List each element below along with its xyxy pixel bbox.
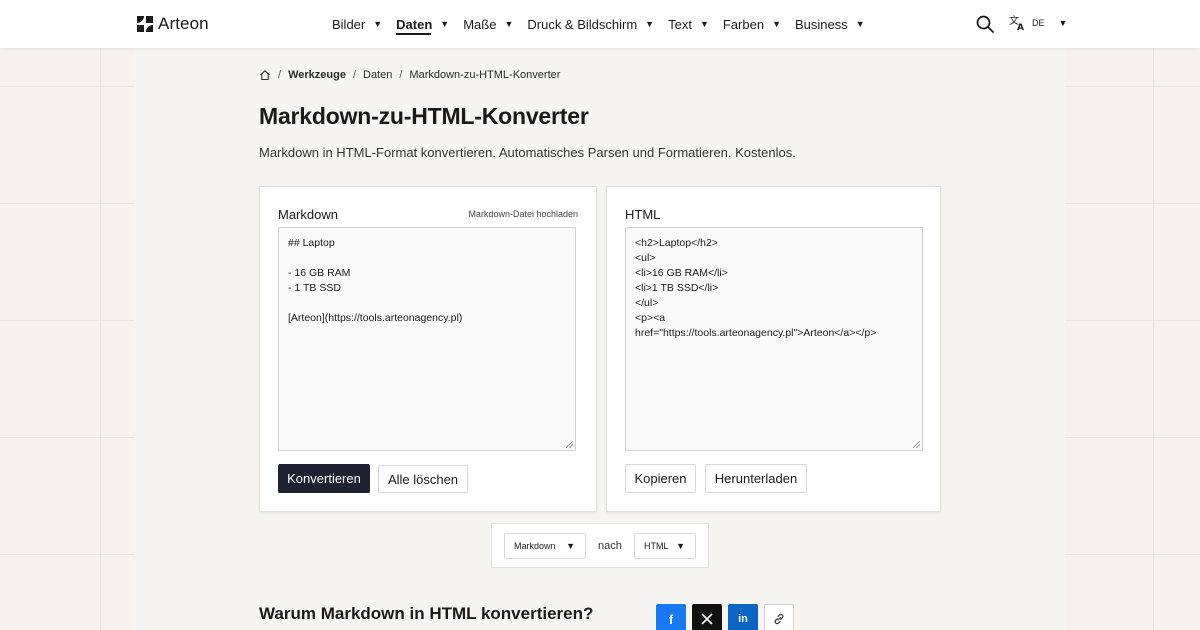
home-icon[interactable]: [259, 69, 271, 81]
caret-down-icon: ▼: [676, 541, 685, 551]
caret-down-icon: ▼: [373, 19, 383, 29]
breadcrumb-item-daten[interactable]: Daten: [363, 69, 392, 81]
brand-name: Arteon: [158, 14, 209, 33]
search-icon[interactable]: [976, 15, 994, 33]
nav-label: Farben: [722, 16, 765, 32]
page-subtitle: Markdown in HTML-Format konvertieren. Au…: [259, 145, 796, 160]
download-button[interactable]: Herunterladen: [705, 464, 807, 493]
nav-item-druck-bildschirm[interactable]: Druck & Bildschirm ▼: [527, 0, 654, 48]
link-icon: [774, 613, 784, 625]
target-format-select[interactable]: HTML ▼: [634, 533, 696, 559]
convert-button[interactable]: Konvertieren: [278, 464, 370, 493]
breadcrumb-separator: /: [352, 69, 356, 81]
linkedin-icon: in: [738, 613, 748, 625]
main-nav: Bilder ▼ Daten ▼ Maße ▼ Druck & Bildschi…: [332, 0, 879, 48]
facebook-icon: f: [668, 611, 674, 627]
caret-down-icon: ▼: [566, 541, 575, 551]
source-format-value: Markdown: [514, 541, 556, 551]
nav-item-text[interactable]: Text ▼: [668, 0, 709, 48]
x-icon: [701, 613, 713, 625]
copy-link-button[interactable]: [764, 604, 794, 630]
nav-label: Druck & Bildschirm: [527, 16, 638, 32]
share-linkedin-button[interactable]: in: [728, 604, 758, 630]
translate-icon: 文 A: [1009, 14, 1024, 31]
copy-button[interactable]: Kopieren: [625, 464, 696, 493]
source-format-select[interactable]: Markdown ▼: [504, 533, 586, 559]
html-label: HTML: [625, 207, 661, 222]
section-heading: Warum Markdown in HTML konvertieren?: [259, 604, 594, 623]
share-x-button[interactable]: [692, 604, 722, 630]
nav-item-bilder[interactable]: Bilder ▼: [332, 0, 382, 48]
language-selector[interactable]: 文 A DE ▼: [1009, 14, 1067, 31]
markdown-input-panel: Markdown Markdown-Datei hochladen ## Lap…: [259, 186, 597, 512]
main-content: / Werkzeuge / Daten / Markdown-zu-HTML-K…: [134, 48, 1065, 630]
breadcrumb-separator: /: [399, 69, 403, 81]
breadcrumb-separator: /: [278, 69, 282, 81]
upload-markdown-link[interactable]: Markdown-Datei hochladen: [468, 209, 578, 219]
nav-item-business[interactable]: Business ▼: [795, 0, 865, 48]
breadcrumb-item-werkzeuge[interactable]: Werkzeuge: [288, 69, 346, 81]
caret-down-icon: ▼: [645, 19, 655, 29]
caret-down-icon: ▼: [855, 19, 865, 29]
caret-down-icon: ▼: [1058, 17, 1068, 28]
page-title: Markdown-zu-HTML-Konverter: [259, 103, 589, 129]
arteon-logo-icon: [137, 16, 153, 32]
markdown-label: Markdown: [278, 207, 338, 222]
nav-label: Text: [668, 16, 692, 32]
nav-item-daten[interactable]: Daten ▼: [396, 0, 449, 48]
html-output-textarea[interactable]: <h2>Laptop</h2> <ul> <li>16 GB RAM</li> …: [625, 227, 923, 451]
caret-down-icon: ▼: [699, 19, 709, 29]
share-facebook-button[interactable]: f: [656, 604, 686, 630]
nav-label: Bilder: [332, 16, 366, 32]
markdown-textarea[interactable]: ## Laptop - 16 GB RAM - 1 TB SSD [Arteon…: [278, 227, 576, 451]
breadcrumb: / Werkzeuge / Daten / Markdown-zu-HTML-K…: [259, 69, 560, 81]
format-connector: nach: [598, 540, 622, 552]
html-output-panel: HTML <h2>Laptop</h2> <ul> <li>16 GB RAM<…: [606, 186, 941, 512]
svg-text:A: A: [1017, 23, 1024, 31]
top-navigation-bar: Arteon Bilder ▼ Daten ▼ Maße ▼ Druck & B…: [0, 0, 1200, 48]
caret-down-icon: ▼: [440, 19, 450, 29]
breadcrumb-current: Markdown-zu-HTML-Konverter: [409, 69, 561, 81]
brand-logo[interactable]: Arteon: [137, 14, 209, 34]
format-selector: Markdown ▼ nach HTML ▼: [491, 523, 709, 568]
clear-all-button[interactable]: Alle löschen: [378, 465, 468, 493]
nav-item-masse[interactable]: Maße ▼: [463, 0, 513, 48]
nav-item-farben[interactable]: Farben ▼: [723, 0, 781, 48]
nav-label: Daten: [396, 16, 433, 32]
caret-down-icon: ▼: [504, 19, 514, 29]
target-format-value: HTML: [644, 541, 669, 551]
caret-down-icon: ▼: [772, 19, 781, 29]
nav-label: Maße: [463, 16, 497, 32]
language-code: DE: [1032, 17, 1045, 28]
nav-label: Business: [794, 16, 848, 32]
